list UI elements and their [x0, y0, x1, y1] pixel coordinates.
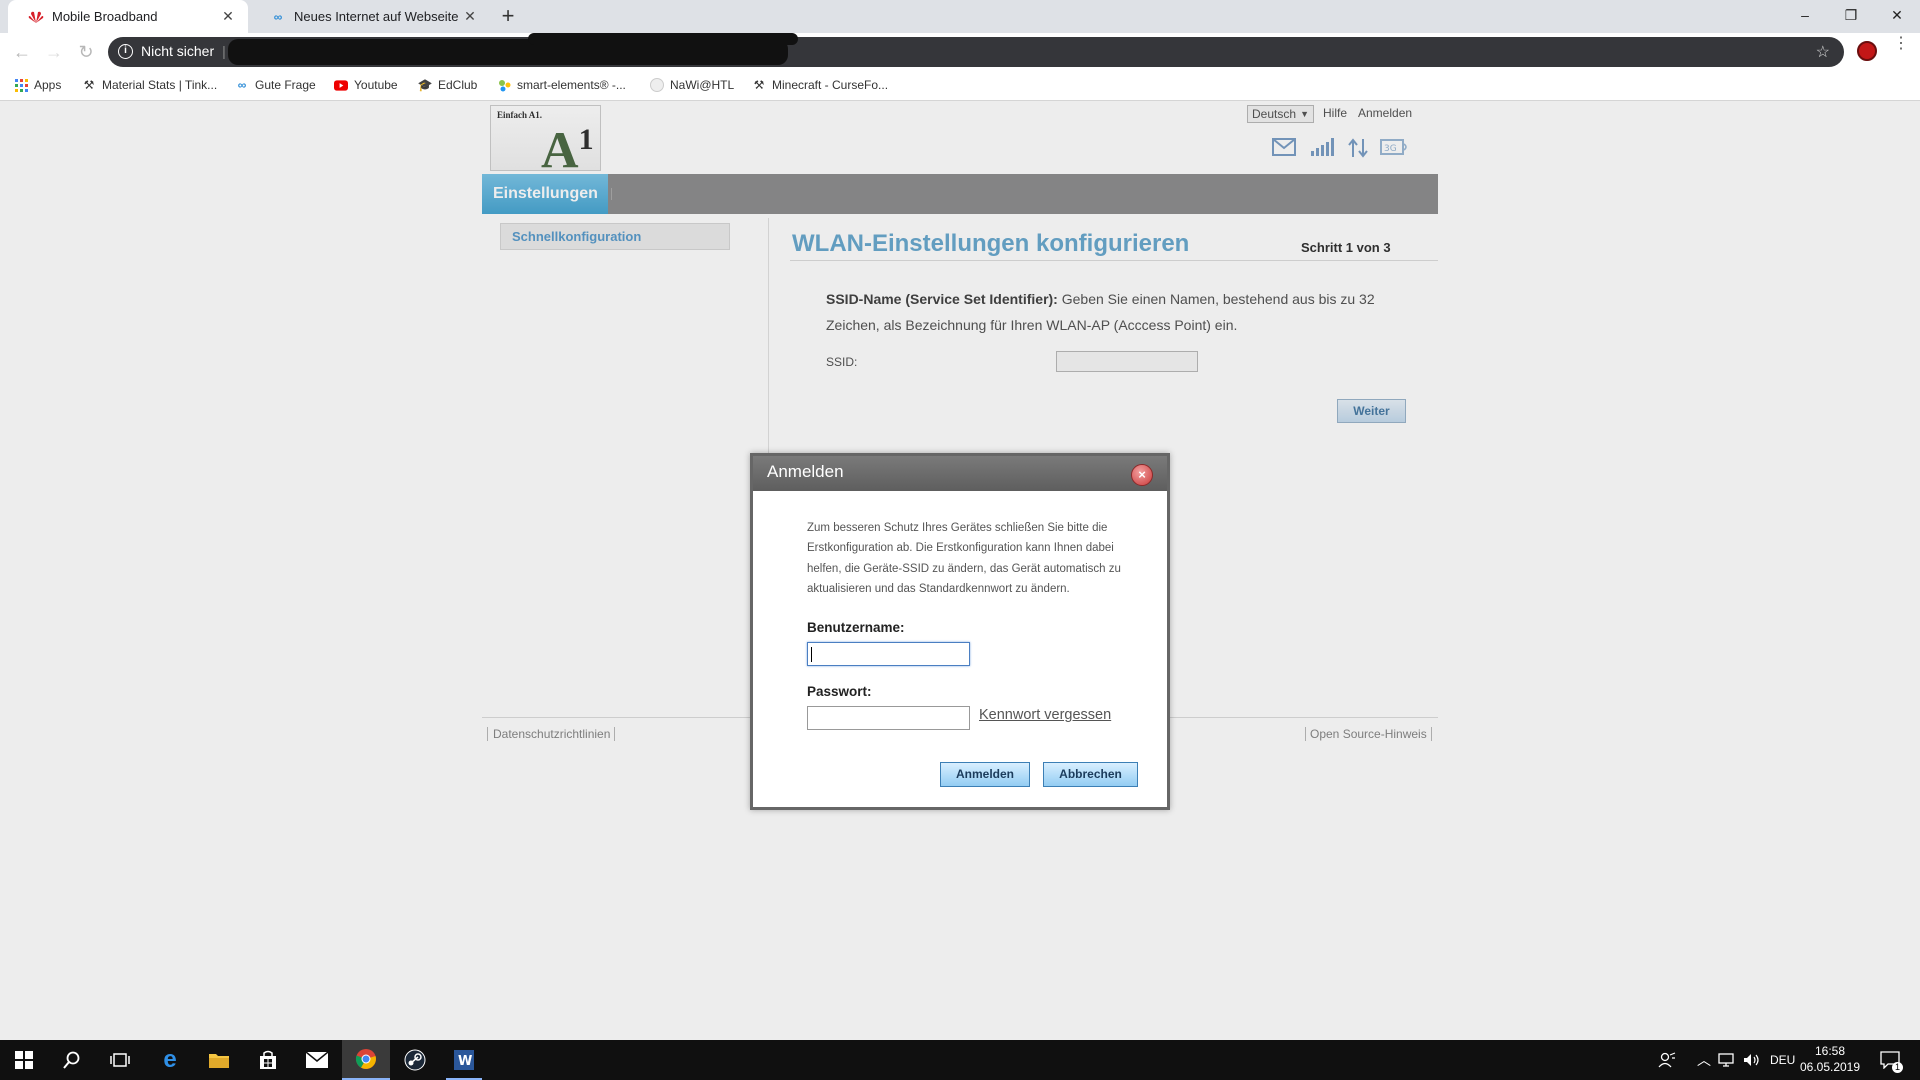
- username-label: Benutzername:: [807, 620, 905, 635]
- file-explorer-icon[interactable]: [195, 1040, 243, 1080]
- close-window-button[interactable]: ✕: [1874, 0, 1920, 30]
- profile-avatar[interactable]: [1857, 41, 1877, 61]
- menu-dots-icon[interactable]: ⋮: [1893, 36, 1909, 52]
- dialog-close-icon[interactable]: ×: [1131, 464, 1153, 486]
- tab-title: Neues Internet auf Webseite anm: [294, 9, 462, 24]
- bookmark-youtube[interactable]: Youtube: [334, 78, 398, 92]
- password-label: Passwort:: [807, 684, 872, 699]
- edge-icon[interactable]: e: [146, 1040, 194, 1080]
- forward-arrow-icon[interactable]: →: [44, 43, 64, 63]
- tab-neues-internet[interactable]: ∞ Neues Internet auf Webseite anm ✕: [250, 0, 490, 33]
- bookmark-edclub[interactable]: 🎓 EdClub: [417, 78, 478, 92]
- clock-time: 16:58: [1814, 1044, 1846, 1058]
- back-arrow-icon[interactable]: ←: [12, 43, 32, 63]
- bookmark-nawi-htl[interactable]: NaWi@HTL: [650, 78, 734, 92]
- new-tab-button[interactable]: +: [495, 5, 521, 29]
- pickaxe-icon: ⚒: [83, 78, 95, 92]
- huawei-favicon-icon: [28, 9, 44, 25]
- bookmark-minecraft-curseforge[interactable]: ⚒ Minecraft - CurseFo...: [752, 78, 888, 92]
- bookmark-gute-frage[interactable]: ∞ Gute Frage: [235, 78, 316, 92]
- bookmark-star-icon[interactable]: ☆: [1816, 42, 1830, 62]
- security-indicator[interactable]: i Nicht sicher |: [118, 43, 226, 59]
- bookmark-smart-elements[interactable]: smart-elements® -...: [497, 78, 626, 92]
- mail-app-icon[interactable]: [293, 1040, 341, 1080]
- login-button[interactable]: Anmelden: [940, 762, 1030, 787]
- cancel-button[interactable]: Abbrechen: [1043, 762, 1138, 787]
- svg-text:W: W: [458, 1054, 472, 1069]
- bookmarks-bar: Apps ⚒ Material Stats | Tink... ∞ Gute F…: [0, 71, 1920, 101]
- store-icon[interactable]: [244, 1040, 292, 1080]
- notification-center-icon[interactable]: 1: [1880, 1040, 1904, 1080]
- steam-icon[interactable]: [391, 1040, 439, 1080]
- info-icon: i: [118, 43, 133, 59]
- clock-date: 06.05.2019: [1799, 1060, 1861, 1074]
- bookmark-material-stats[interactable]: ⚒ Material Stats | Tink...: [82, 78, 218, 92]
- windows-start-icon[interactable]: [0, 1040, 48, 1080]
- dialog-title: Anmelden: [753, 456, 1167, 491]
- tab-mobile-broadband[interactable]: Mobile Broadband ✕: [8, 0, 248, 33]
- keyboard-language[interactable]: DEU: [1770, 1040, 1795, 1080]
- notification-count: 1: [1892, 1062, 1904, 1073]
- dialog-message: Zum besseren Schutz Ihres Gerätes schlie…: [807, 522, 1121, 595]
- apps-grid-icon: [14, 78, 28, 92]
- chrome-taskbar-icon[interactable]: [342, 1040, 390, 1080]
- address-bar[interactable]: i Nicht sicher | ☆: [108, 33, 1844, 67]
- word-icon[interactable]: W: [440, 1040, 488, 1080]
- forgot-password-link[interactable]: Kennwort vergessen: [979, 707, 1111, 723]
- tab-title: Mobile Broadband: [52, 9, 158, 24]
- reload-icon[interactable]: ↻: [76, 43, 96, 63]
- tab-close-icon[interactable]: ✕: [220, 8, 236, 25]
- curseforge-anvil-icon: ⚒: [753, 78, 765, 92]
- youtube-icon: [334, 78, 348, 92]
- username-input[interactable]: [807, 642, 970, 666]
- people-icon[interactable]: [1658, 1040, 1676, 1080]
- gutefrage-favicon-icon: ∞: [273, 9, 283, 24]
- text-caret: [811, 647, 812, 662]
- search-icon[interactable]: [48, 1040, 96, 1080]
- minimize-button[interactable]: –: [1782, 0, 1828, 30]
- network-tray-icon[interactable]: [1718, 1040, 1736, 1080]
- smart-elements-icon: [497, 78, 511, 92]
- tab-strip: Mobile Broadband ✕ ∞ Neues Internet auf …: [0, 0, 1920, 33]
- volume-icon[interactable]: [1743, 1040, 1761, 1080]
- windows-taskbar: e W ︿ DEU 16:58 06.05.2019 1: [0, 1040, 1920, 1080]
- task-view-icon[interactable]: [96, 1040, 144, 1080]
- gutefrage-icon: ∞: [237, 78, 247, 92]
- edclub-icon: 🎓: [417, 78, 433, 92]
- browser-toolbar: ← → ↻ i Nicht sicher | ☆ ⋮: [0, 33, 1920, 71]
- security-label: Nicht sicher: [141, 43, 215, 59]
- bookmark-apps[interactable]: Apps: [14, 78, 61, 92]
- tray-chevron-up-icon[interactable]: ︿: [1697, 1040, 1711, 1080]
- tab-close-icon[interactable]: ✕: [462, 8, 478, 25]
- restore-button[interactable]: ❐: [1828, 0, 1874, 30]
- taskbar-clock[interactable]: 16:58 06.05.2019: [1798, 1043, 1862, 1075]
- redacted-url-mark: [528, 33, 798, 45]
- password-input[interactable]: [807, 706, 970, 730]
- login-dialog: Anmelden × Zum besseren Schutz Ihres Ger…: [750, 453, 1170, 810]
- nawi-icon: [650, 78, 664, 92]
